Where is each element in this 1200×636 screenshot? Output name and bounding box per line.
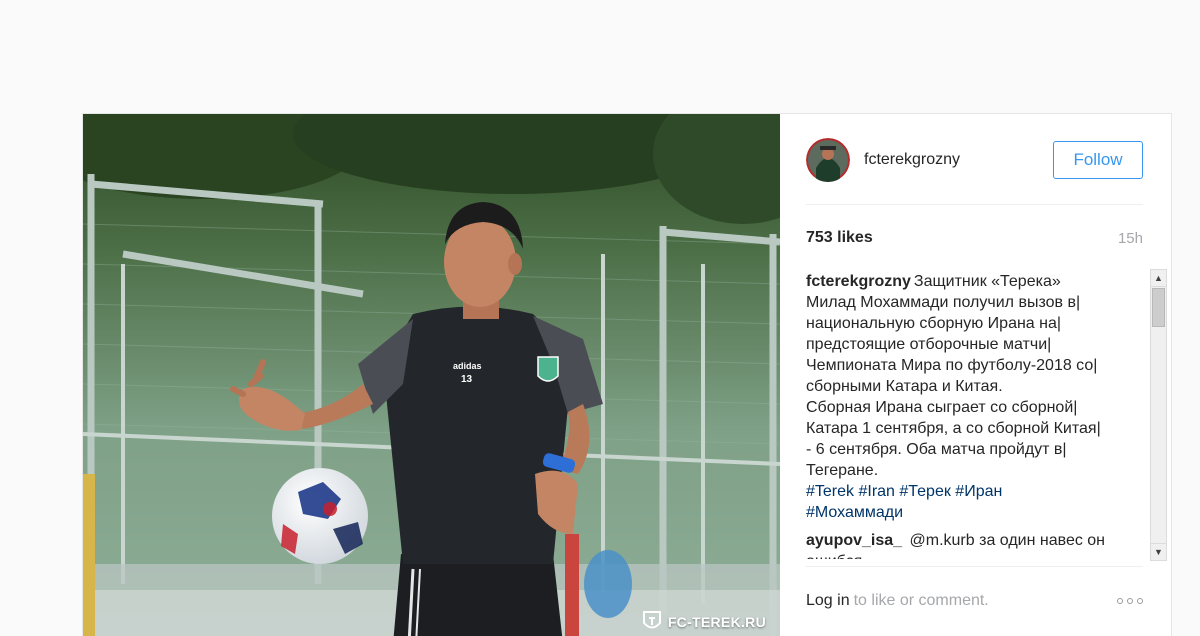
hashtags[interactable]: #Мохаммади	[806, 502, 1151, 523]
svg-text:adidas: adidas	[453, 361, 482, 371]
avatar[interactable]	[806, 138, 850, 182]
login-prompt-text: to like or comment.	[853, 592, 989, 609]
hashtags[interactable]: #Terek #Iran #Терек #Иран	[806, 481, 1151, 502]
login-link[interactable]: Log in	[806, 592, 850, 610]
comment-text-cut: ошибся	[806, 551, 1151, 559]
caption-text-line: - 6 сентября. Оба матча пройдут в|	[806, 441, 1067, 458]
caption-text-line: Тегеране.	[806, 462, 879, 479]
scrollbar-thumb[interactable]	[1152, 288, 1165, 327]
post-username[interactable]: fcterekgrozny	[864, 151, 960, 169]
post-footer: Log in to like or comment.	[806, 592, 1143, 610]
footer-divider	[806, 566, 1143, 567]
avatar-icon	[806, 138, 850, 182]
caption-text-line: национальную сборную Ирана на|	[806, 315, 1062, 332]
post-time[interactable]: 15h	[1118, 230, 1143, 247]
comments-list[interactable]: fcterekgrozny Защитник «Терека» Милад Мох…	[806, 271, 1151, 559]
caption-username[interactable]: fcterekgrozny	[806, 273, 911, 290]
caption-text-line: сборными Катара и Китая.	[806, 378, 1003, 395]
caption-text-line: Чемпионата Мира по футболу-2018 со|	[806, 357, 1098, 374]
photo-illustration: adidas 13	[83, 114, 780, 636]
post-photo[interactable]: adidas 13 FC-TEREK.RU	[83, 114, 780, 636]
crest-icon	[642, 611, 661, 629]
likes-count[interactable]: 753 likes	[806, 229, 873, 247]
caption-text-line: Защитник «Терека»	[913, 273, 1061, 290]
comment-username[interactable]: ayupov_isa_	[806, 532, 902, 549]
caption-text-line: предстоящие отборочные матчи|	[806, 336, 1052, 353]
watermark-text: FC-TEREK.RU	[667, 613, 766, 630]
photo-watermark: FC-TEREK.RU	[642, 610, 766, 633]
comment-text: @m.kurb за один навес он	[909, 532, 1106, 549]
caption-text-line: Сборная Ирана сыграет со сборной|	[806, 399, 1078, 416]
likes-row: 753 likes 15h	[806, 229, 1143, 247]
instagram-post: adidas 13 FC-TEREK.RU fcterekgrozny Foll…	[82, 113, 1172, 636]
post-side-panel: fcterekgrozny Follow 753 likes 15h fcter…	[780, 114, 1171, 636]
comments-scrollbar[interactable]: ▲ ▼	[1150, 269, 1167, 561]
post-header: fcterekgrozny Follow	[806, 136, 1143, 184]
scroll-down-arrow-icon[interactable]: ▼	[1151, 543, 1166, 560]
caption: fcterekgrozny Защитник «Терека» Милад Мох…	[806, 271, 1151, 523]
header-divider	[806, 204, 1143, 205]
caption-text-line: Катара 1 сентября, а со сборной Китая|	[806, 420, 1101, 437]
comment: ayupov_isa_ @m.kurb за один навес он оши…	[806, 530, 1151, 559]
svg-text:13: 13	[461, 374, 473, 385]
caption-text-line: Милад Мохаммади получил вызов в|	[806, 294, 1081, 311]
follow-button[interactable]: Follow	[1053, 141, 1143, 179]
more-icon[interactable]	[1117, 598, 1143, 604]
scroll-up-arrow-icon[interactable]: ▲	[1151, 270, 1166, 287]
